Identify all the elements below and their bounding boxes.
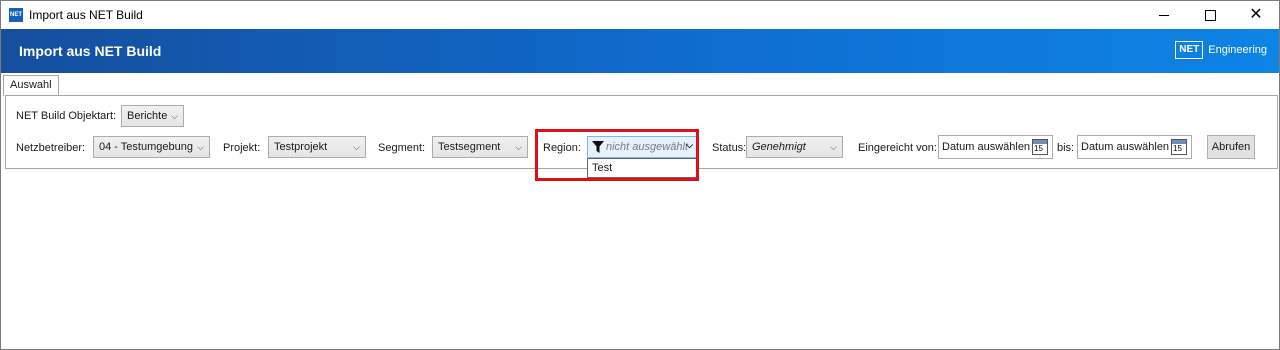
objektart-value: Berichte xyxy=(127,110,168,122)
date-to-placeholder: Datum auswählen xyxy=(1081,141,1170,153)
segment-combobox[interactable]: Testsegment ⌵ xyxy=(432,136,528,158)
tab-strip: Auswahl xyxy=(1,73,1279,96)
calendar-icon[interactable]: 15 xyxy=(1171,139,1187,155)
status-combobox[interactable]: Genehmigt ⌵ xyxy=(746,136,843,158)
region-placeholder: nicht ausgewählt xyxy=(606,141,688,153)
calendar-day: 15 xyxy=(1034,144,1043,153)
segment-value: Testsegment xyxy=(438,141,501,153)
calendar-day: 15 xyxy=(1173,144,1182,153)
header-banner: Import aus NET Build NET Engineering xyxy=(1,29,1279,73)
abrufen-button[interactable]: Abrufen xyxy=(1207,135,1255,159)
chevron-down-icon: ⌵ xyxy=(197,142,204,152)
status-value: Genehmigt xyxy=(752,141,806,153)
brand-text: Engineering xyxy=(1208,44,1267,56)
eingereicht-label: Eingereicht von: xyxy=(858,142,937,154)
minimize-icon xyxy=(1159,14,1169,16)
chevron-down-icon: ⌵ xyxy=(171,111,178,121)
projekt-label: Projekt: xyxy=(223,142,261,154)
brand: NET Engineering xyxy=(1175,41,1267,59)
minimize-button[interactable] xyxy=(1141,1,1187,29)
objektart-label: NET Build Objektart: xyxy=(16,110,117,122)
segment-label: Segment: xyxy=(378,142,426,154)
title-bar: NET Import aus NET Build ✕ xyxy=(1,1,1279,29)
region-dropdown-option[interactable]: Test xyxy=(587,158,698,178)
bis-label: bis: xyxy=(1057,142,1075,154)
date-from-placeholder: Datum auswählen xyxy=(942,141,1031,153)
app-icon: NET xyxy=(9,8,23,22)
page-title: Import aus NET Build xyxy=(19,43,162,59)
status-label: Status: xyxy=(712,142,747,154)
filter-icon xyxy=(592,141,604,153)
maximize-button[interactable] xyxy=(1187,1,1233,29)
close-icon: ✕ xyxy=(1249,6,1263,23)
netzbetreiber-combobox[interactable]: 04 - Testumgebung ⌵ xyxy=(93,136,210,158)
calendar-icon[interactable]: 15 xyxy=(1032,139,1048,155)
tab-auswahl[interactable]: Auswahl xyxy=(3,75,59,96)
netzbetreiber-label: Netzbetreiber: xyxy=(16,142,86,154)
chevron-down-icon: ⌵ xyxy=(353,142,360,152)
date-from-picker[interactable]: Datum auswählen 15 xyxy=(938,135,1053,159)
netzbetreiber-value: 04 - Testumgebung xyxy=(99,141,193,153)
chevron-down-icon: ⌵ xyxy=(830,142,837,152)
filter-panel: NET Build Objektart: Berichte ⌵ Netzbetr… xyxy=(5,95,1278,178)
close-button[interactable]: ✕ xyxy=(1233,1,1279,29)
chevron-down-icon: ⌵ xyxy=(515,142,522,152)
window-title: Import aus NET Build xyxy=(29,8,143,22)
projekt-combobox[interactable]: Testprojekt ⌵ xyxy=(268,136,366,158)
objektart-combobox[interactable]: Berichte ⌵ xyxy=(121,105,184,127)
chevron-down-icon: ⌵ xyxy=(686,140,693,150)
app-window: NET Import aus NET Build ✕ Import aus NE… xyxy=(0,0,1280,350)
date-to-picker[interactable]: Datum auswählen 15 xyxy=(1077,135,1192,159)
maximize-icon xyxy=(1204,9,1216,21)
region-label: Region: xyxy=(543,142,581,154)
region-combobox[interactable]: nicht ausgewählt ⌵ xyxy=(587,136,698,158)
brand-logo: NET xyxy=(1175,41,1204,59)
projekt-value: Testprojekt xyxy=(274,141,328,153)
